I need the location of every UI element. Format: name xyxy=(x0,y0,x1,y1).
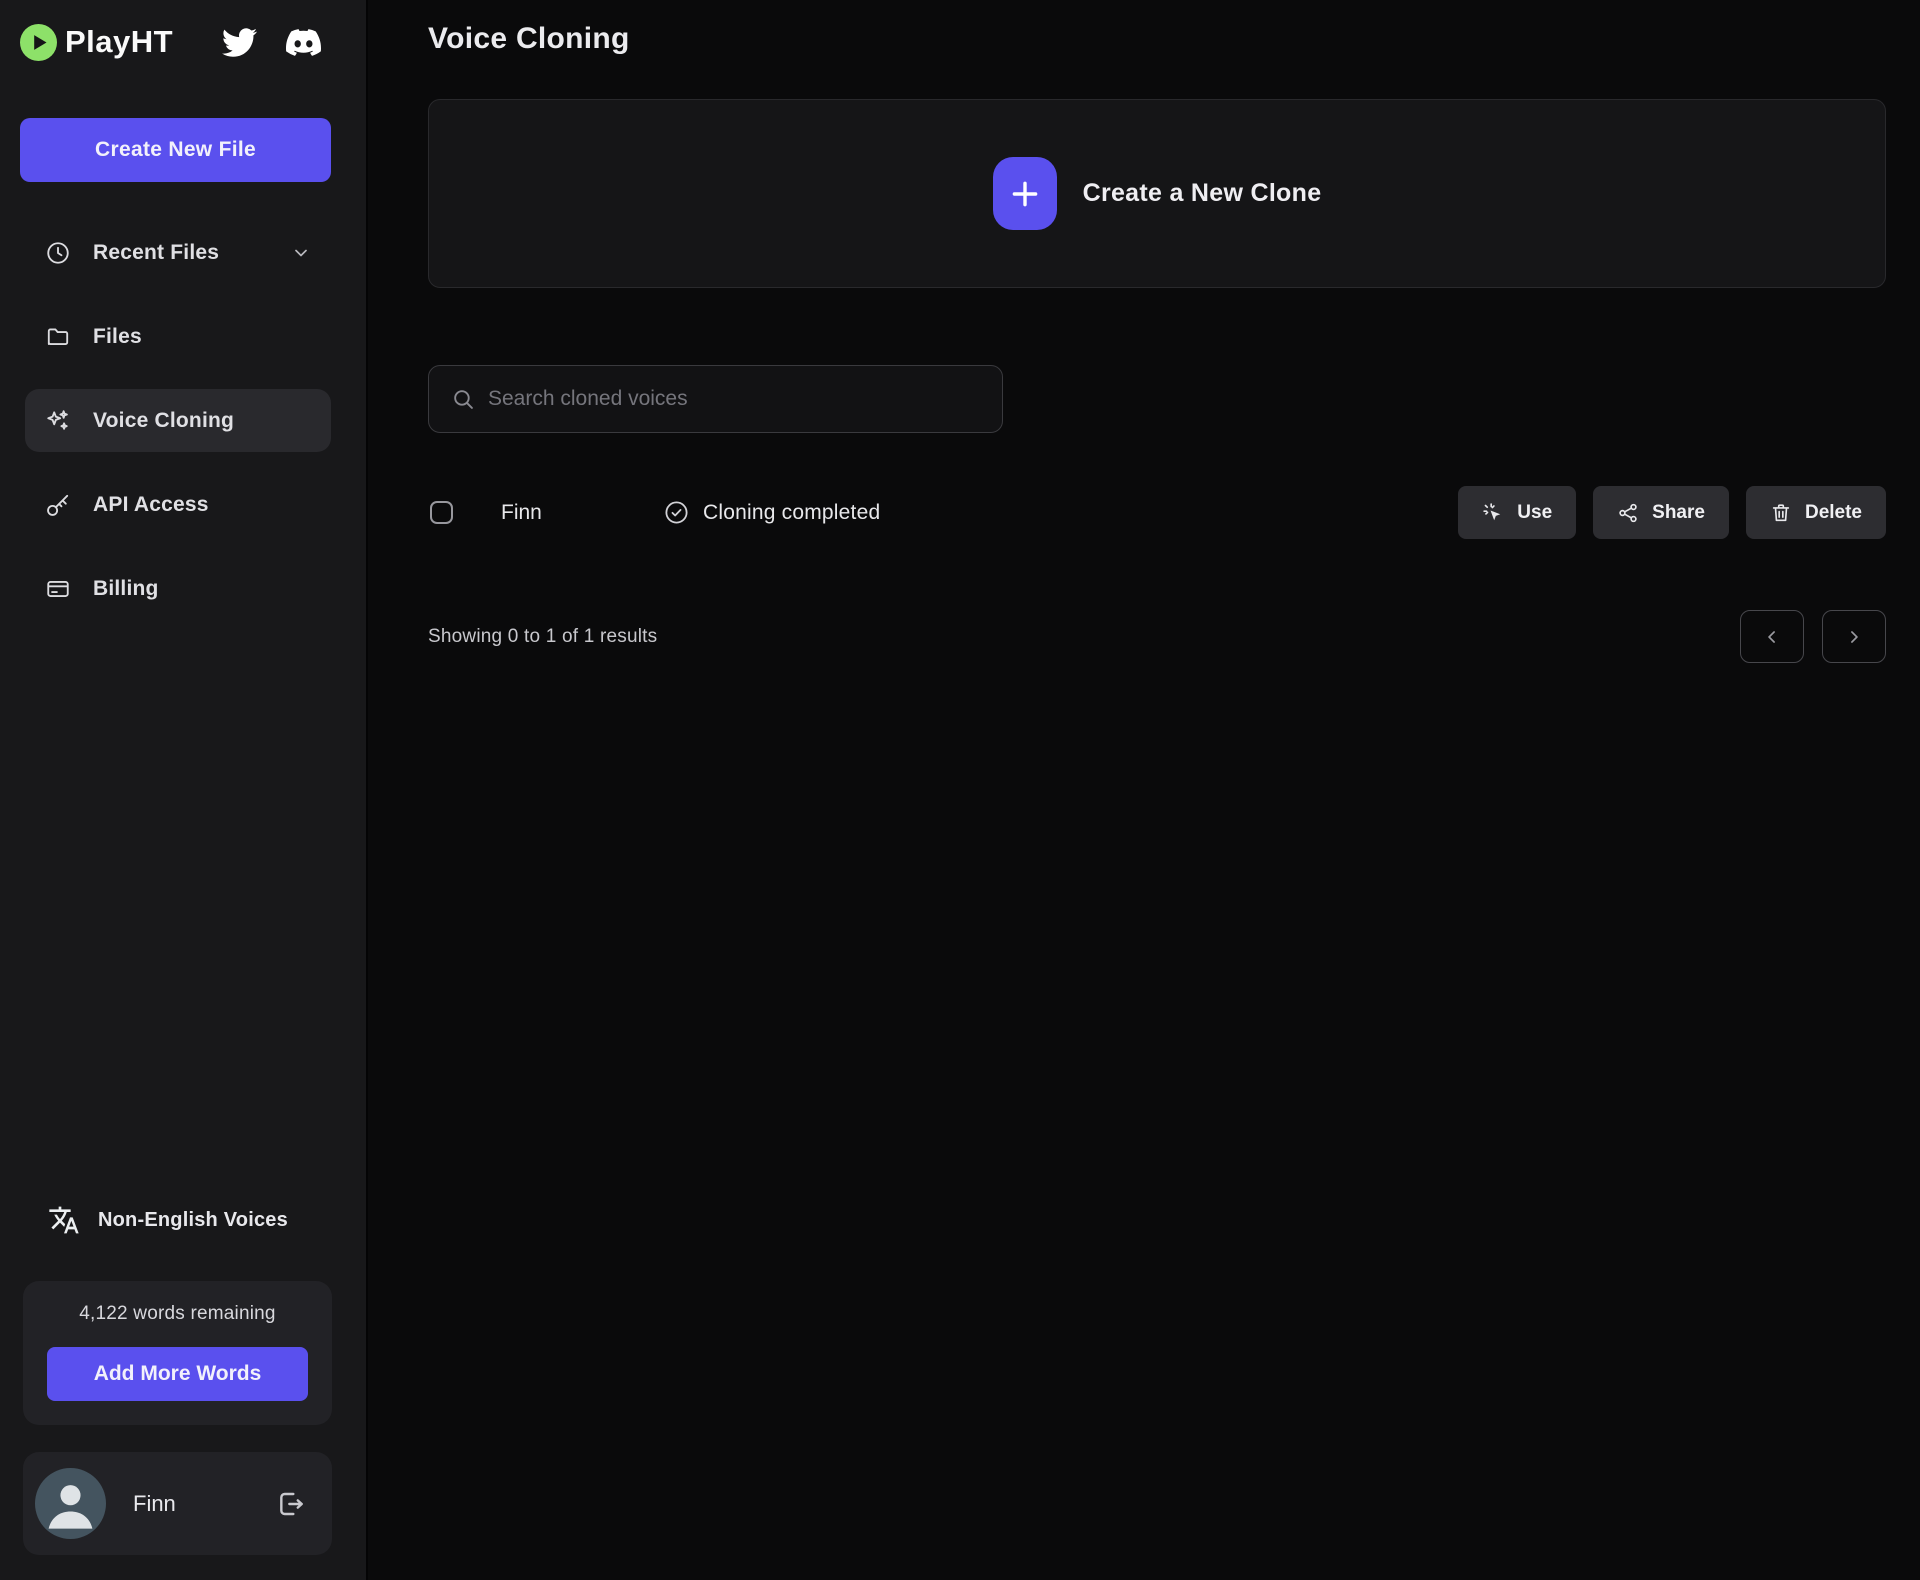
social-icons xyxy=(222,25,321,60)
status-group: Cloning completed xyxy=(663,499,880,526)
check-circle-icon xyxy=(663,499,690,526)
translate-icon xyxy=(48,1204,80,1236)
previous-page-button[interactable] xyxy=(1740,610,1804,663)
logout-button[interactable] xyxy=(274,1488,306,1520)
playht-logo-icon xyxy=(20,24,57,61)
sidebar-item-label: API Access xyxy=(93,493,209,517)
twitter-icon[interactable] xyxy=(222,25,257,60)
plus-icon xyxy=(1008,177,1042,211)
create-clone-plus-button[interactable] xyxy=(993,157,1057,230)
trash-icon xyxy=(1770,502,1792,524)
sparkles-icon xyxy=(45,408,71,434)
folder-icon xyxy=(45,324,71,350)
voice-row-checkbox[interactable] xyxy=(430,501,453,524)
add-more-words-button[interactable]: Add More Words xyxy=(47,1347,308,1401)
results-row: Showing 0 to 1 of 1 results xyxy=(428,610,1886,663)
discord-icon[interactable] xyxy=(286,25,321,60)
sidebar-item-label: Billing xyxy=(93,577,159,601)
sidebar-nav: Recent Files Files Voice Cloning xyxy=(20,221,331,641)
non-english-voices-label: Non-English Voices xyxy=(98,1209,288,1232)
sidebar: PlayHT Create New File Recent Files xyxy=(0,0,368,1580)
create-clone-label: Create a New Clone xyxy=(1083,179,1322,208)
key-icon xyxy=(45,492,71,518)
search-box xyxy=(428,365,1003,433)
avatar xyxy=(35,1468,106,1539)
sidebar-item-label: Voice Cloning xyxy=(93,409,234,433)
user-name: Finn xyxy=(133,1491,176,1517)
non-english-voices-link[interactable]: Non-English Voices xyxy=(48,1204,331,1236)
clock-icon xyxy=(45,240,71,266)
use-button[interactable]: Use xyxy=(1458,486,1576,539)
sidebar-item-api-access[interactable]: API Access xyxy=(25,473,331,536)
main-content: Voice Cloning Create a New Clone Finn Cl… xyxy=(368,0,1920,1580)
sidebar-item-label: Files xyxy=(93,325,142,349)
status-text: Cloning completed xyxy=(703,501,880,525)
voice-row: Finn Cloning completed Use xyxy=(428,486,1886,539)
sidebar-item-label: Recent Files xyxy=(93,241,219,265)
results-text: Showing 0 to 1 of 1 results xyxy=(428,626,657,648)
delete-button[interactable]: Delete xyxy=(1746,486,1886,539)
cursor-click-icon xyxy=(1482,502,1504,524)
row-actions: Use Share Delete xyxy=(1458,486,1886,539)
create-clone-panel[interactable]: Create a New Clone xyxy=(428,99,1886,288)
user-card[interactable]: Finn xyxy=(23,1452,332,1555)
chevron-right-icon xyxy=(1844,627,1864,647)
voice-name: Finn xyxy=(501,501,663,525)
logout-icon xyxy=(274,1488,306,1520)
next-page-button[interactable] xyxy=(1822,610,1886,663)
words-remaining-card: 4,122 words remaining Add More Words xyxy=(23,1281,332,1425)
page-title: Voice Cloning xyxy=(428,22,1888,56)
share-button-label: Share xyxy=(1652,502,1705,524)
credit-card-icon xyxy=(45,576,71,602)
sidebar-item-recent-files[interactable]: Recent Files xyxy=(25,221,331,284)
logo-row: PlayHT xyxy=(20,20,331,64)
sidebar-bottom: Non-English Voices 4,122 words remaining… xyxy=(20,1204,331,1555)
search-input[interactable] xyxy=(488,387,980,411)
search-icon xyxy=(451,387,476,412)
delete-button-label: Delete xyxy=(1805,502,1862,524)
use-button-label: Use xyxy=(1517,502,1552,524)
sidebar-item-files[interactable]: Files xyxy=(25,305,331,368)
pagination xyxy=(1740,610,1886,663)
share-button[interactable]: Share xyxy=(1593,486,1729,539)
chevron-down-icon[interactable] xyxy=(291,243,311,263)
chevron-left-icon xyxy=(1762,627,1782,647)
sidebar-item-billing[interactable]: Billing xyxy=(25,557,331,620)
share-icon xyxy=(1617,502,1639,524)
sidebar-item-voice-cloning[interactable]: Voice Cloning xyxy=(25,389,331,452)
words-remaining-text: 4,122 words remaining xyxy=(47,1303,308,1325)
create-new-file-button[interactable]: Create New File xyxy=(20,118,331,182)
brand-name: PlayHT xyxy=(65,24,173,60)
